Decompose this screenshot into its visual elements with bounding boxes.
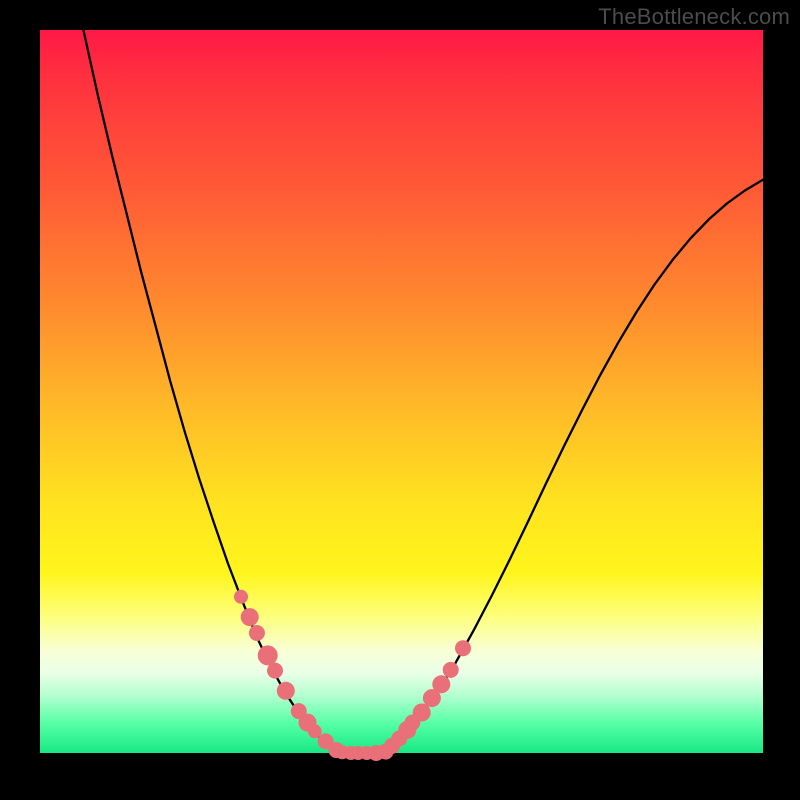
chart-frame: TheBottleneck.com	[0, 0, 800, 800]
data-marker	[432, 675, 450, 693]
data-marker	[443, 662, 459, 678]
plot-area	[40, 30, 763, 753]
bottleneck-curve	[83, 30, 763, 753]
data-marker	[258, 645, 278, 665]
curve-layer	[40, 30, 763, 753]
data-marker	[241, 608, 259, 626]
data-markers	[234, 590, 471, 761]
data-marker	[277, 682, 295, 700]
data-marker	[249, 625, 265, 641]
data-marker	[234, 590, 248, 604]
watermark-text: TheBottleneck.com	[598, 4, 790, 30]
data-marker	[455, 640, 471, 656]
data-marker	[267, 663, 283, 679]
